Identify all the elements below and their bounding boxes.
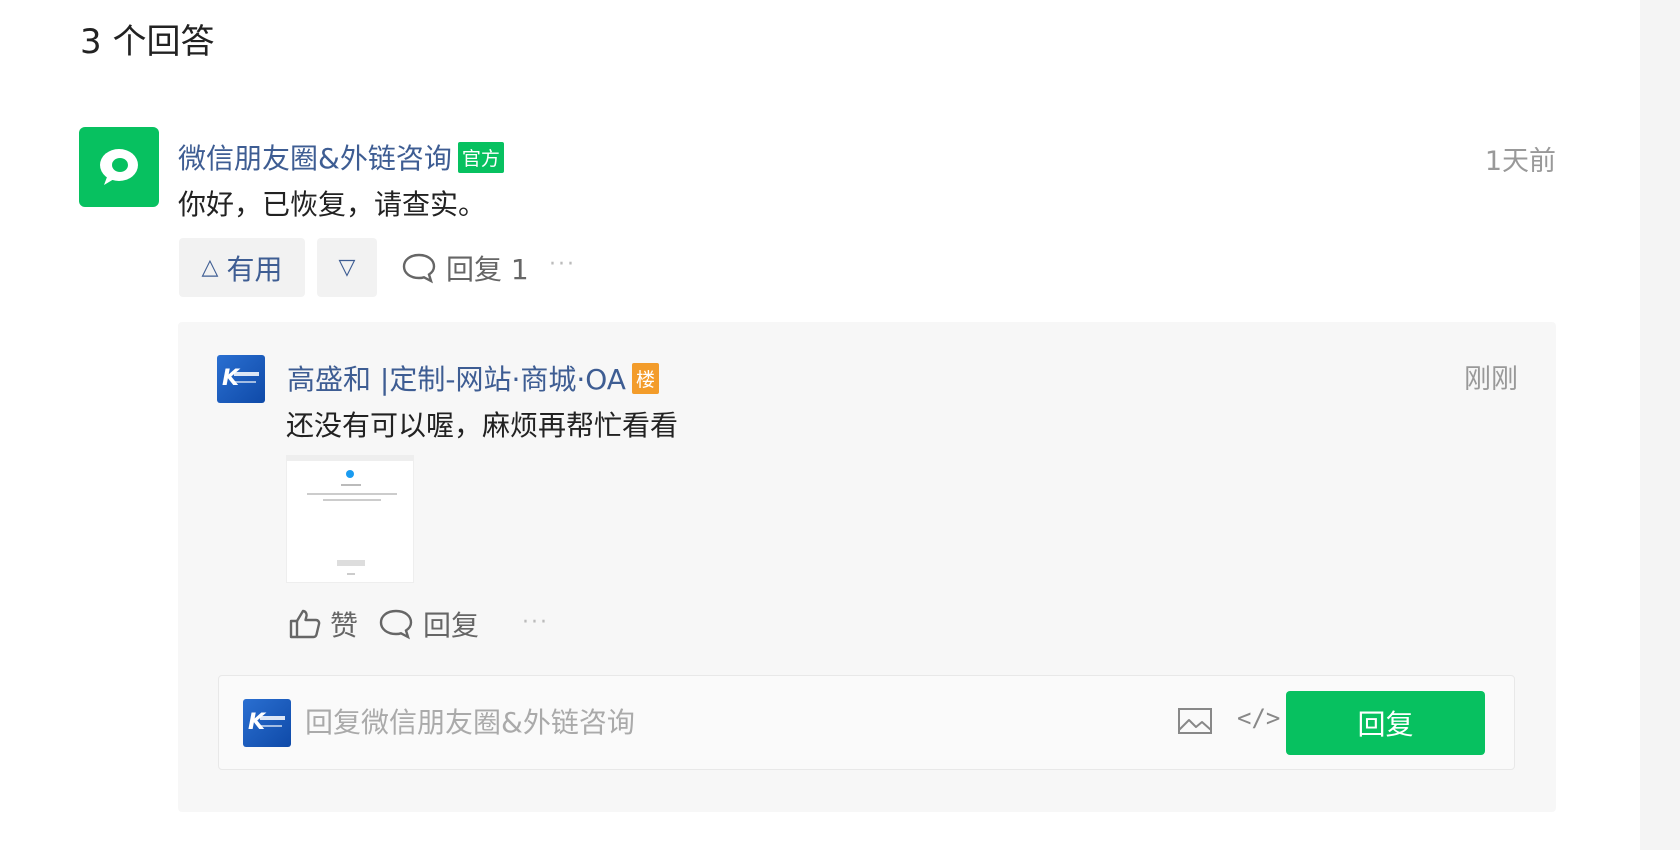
company-logo-mark-sub <box>234 381 256 383</box>
comment-avatar[interactable]: K <box>217 355 265 403</box>
official-badge: 官方 <box>457 142 504 173</box>
floor-badge: 楼 <box>631 363 659 394</box>
speech-bubble-icon <box>402 253 436 284</box>
answer-more-button[interactable]: ··· <box>549 252 576 277</box>
answer-time: 1天前 <box>1484 146 1556 177</box>
company-logo-mark <box>260 716 285 720</box>
answers-count-title: 3 个回答 <box>80 22 215 62</box>
answer-reply-button[interactable]: 回复 1 <box>402 248 529 288</box>
thumbs-up-icon <box>289 609 321 639</box>
company-logo-icon: K <box>248 710 266 735</box>
comment-reply-label: 回复 <box>423 609 480 642</box>
thumb-logo-dot <box>346 470 354 478</box>
company-logo-mark-sub <box>260 725 282 727</box>
downvote-button[interactable]: ▽ <box>317 238 377 297</box>
thumb-line <box>341 484 361 486</box>
answer-author-name[interactable]: 微信朋友圈&外链咨询 <box>178 142 452 175</box>
comment-reply-button[interactable]: 回复 <box>379 604 479 644</box>
company-logo-mark <box>234 372 259 376</box>
comment-more-button[interactable]: ··· <box>522 610 549 635</box>
comment-attachment-image[interactable] <box>286 455 414 583</box>
comment-thread: K 高盛和 |定制-网站·商城·OA 楼 刚刚 还没有可以喔，麻烦再帮忙看看 赞 … <box>178 322 1556 812</box>
thumb-topbar <box>287 456 413 461</box>
comment-content: 还没有可以喔，麻烦再帮忙看看 <box>286 409 679 442</box>
page-side-strip <box>1640 0 1680 850</box>
thumb-button <box>337 560 365 566</box>
answer-author[interactable]: 微信朋友圈&外链咨询 官方 <box>178 137 504 177</box>
thumb-line <box>347 573 355 575</box>
like-button[interactable]: 赞 <box>288 604 358 644</box>
comment-author-name[interactable]: 高盛和 |定制-网站·商城·OA <box>287 363 626 396</box>
code-icon[interactable]: </> <box>1237 704 1280 732</box>
submit-reply-button[interactable]: 回复 <box>1286 691 1485 755</box>
thumb-line <box>323 499 381 501</box>
wechat-bubble-icon <box>100 149 138 185</box>
current-user-avatar: K <box>243 699 291 747</box>
upvote-label: 有用 <box>226 252 283 286</box>
upvote-button[interactable]: △ 有用 <box>179 238 305 297</box>
reply-form: K </> 回复 <box>218 675 1515 770</box>
downvote-icon: ▽ <box>338 255 356 280</box>
upvote-icon: △ <box>201 255 219 280</box>
speech-bubble-icon <box>379 609 413 640</box>
like-label: 赞 <box>330 609 359 642</box>
thumb-line <box>307 493 397 495</box>
comment-time: 刚刚 <box>1464 364 1518 395</box>
official-avatar[interactable] <box>79 127 159 207</box>
reply-input[interactable] <box>303 696 1107 748</box>
comment-author[interactable]: 高盛和 |定制-网站·商城·OA 楼 <box>287 358 659 398</box>
company-logo-icon: K <box>222 366 240 391</box>
image-icon[interactable] <box>1177 706 1213 736</box>
answer-content: 你好，已恢复，请查实。 <box>178 188 487 221</box>
answer-reply-label: 回复 1 <box>446 253 529 286</box>
